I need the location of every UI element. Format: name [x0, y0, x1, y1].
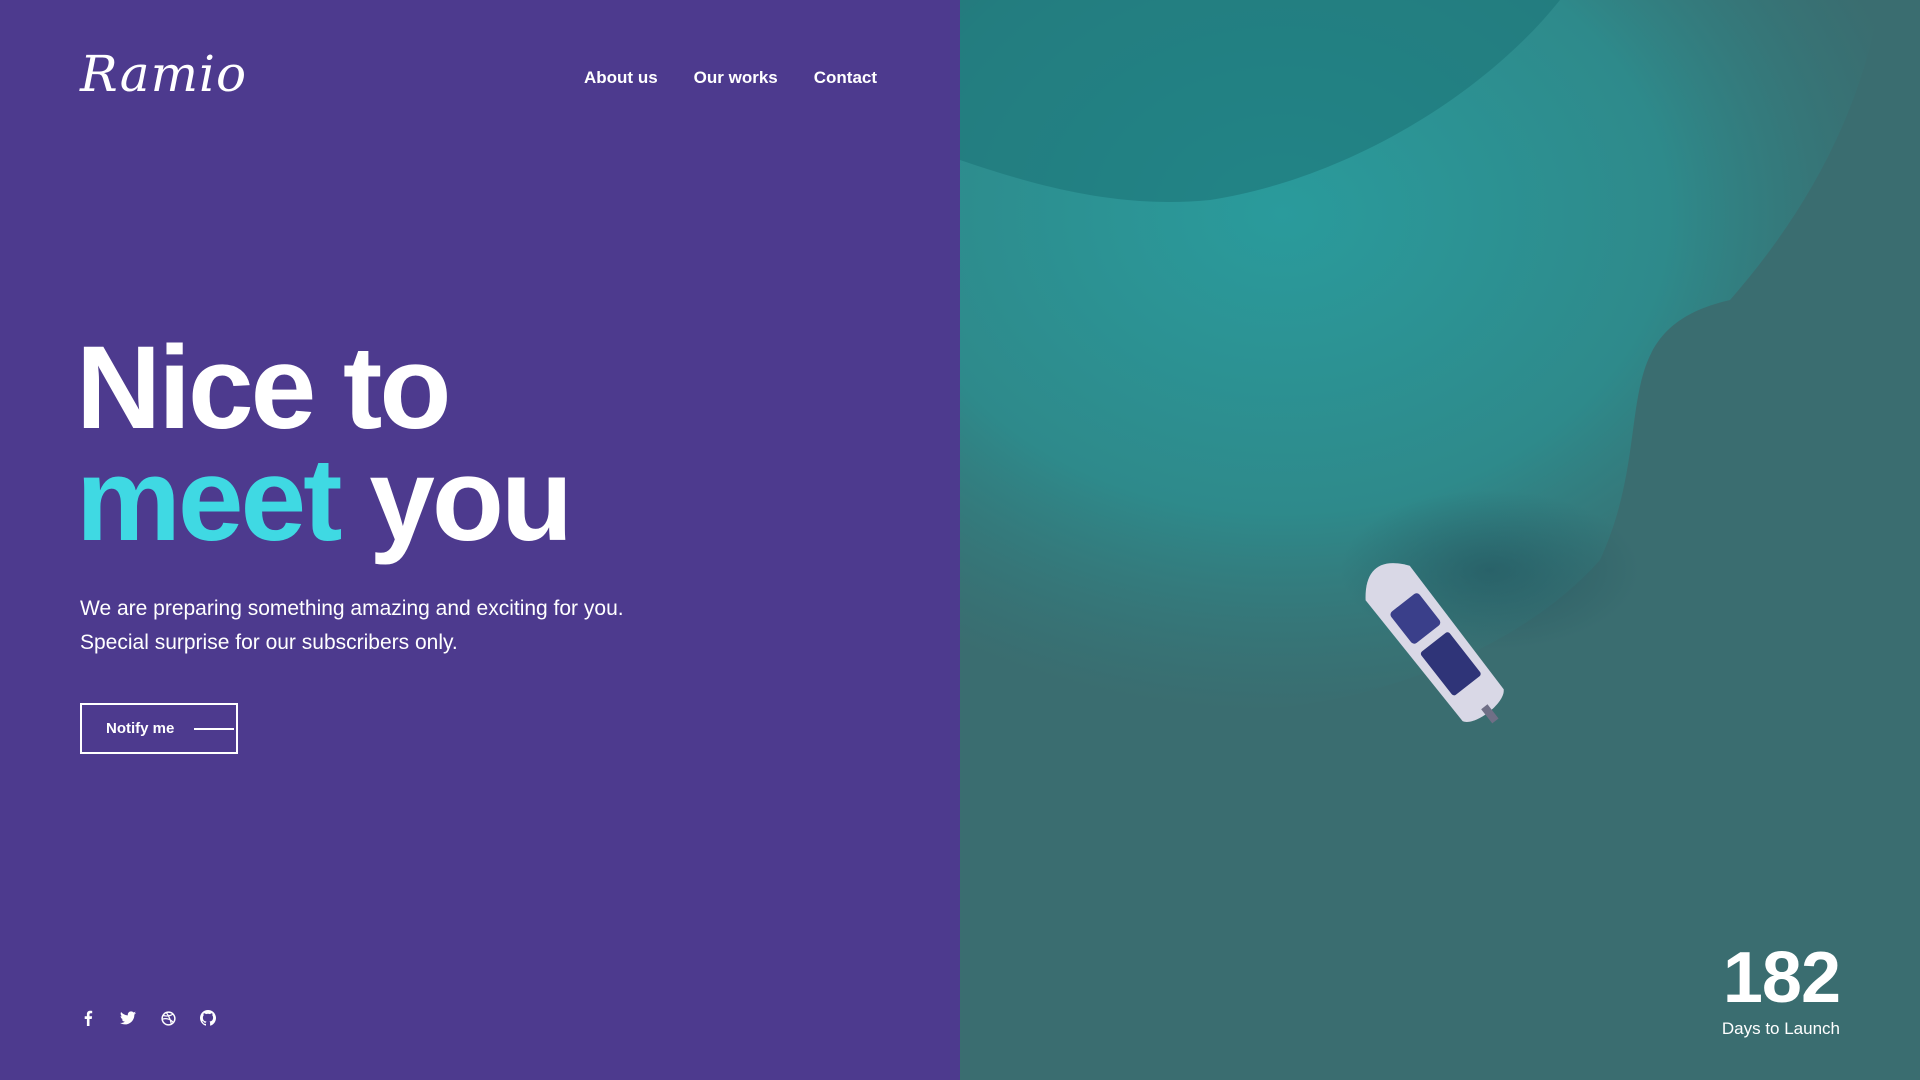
countdown-label: Days to Launch: [1721, 1019, 1840, 1038]
headline-rest: you: [339, 434, 573, 566]
sea-texture: [960, 0, 1920, 1080]
social-links: [78, 1008, 218, 1028]
headline-line-1: Nice to: [76, 322, 451, 454]
countdown-days-number: 182: [1722, 938, 1841, 1018]
launch-countdown: 182 Days to Launch: [1721, 938, 1841, 1040]
facebook-icon[interactable]: [78, 1008, 98, 1028]
nav-link-contact[interactable]: Contact: [814, 66, 877, 90]
notify-me-button[interactable]: Notify me: [80, 703, 238, 754]
arrow-line-icon: [194, 728, 234, 730]
twitter-icon[interactable]: [118, 1008, 138, 1028]
left-panel: Ramio About us Our works Contact Nice to…: [0, 0, 960, 1080]
nav-link-about-us[interactable]: About us: [584, 66, 658, 90]
github-icon[interactable]: [198, 1008, 218, 1028]
main-nav: About us Our works Contact: [584, 66, 877, 90]
notify-me-label: Notify me: [106, 720, 175, 737]
hero-subtitle: We are preparing something amazing and e…: [80, 597, 624, 654]
headline-line-2: meet you: [76, 441, 573, 559]
brand-logo[interactable]: Ramio: [80, 44, 247, 104]
dribbble-icon[interactable]: [158, 1008, 178, 1028]
hero-headline: Nice to meet you: [76, 322, 573, 559]
headline-accent-word: meet: [76, 434, 342, 566]
aerial-sea-image: 182 Days to Launch: [960, 0, 1920, 1080]
nav-link-our-works[interactable]: Our works: [694, 66, 778, 90]
